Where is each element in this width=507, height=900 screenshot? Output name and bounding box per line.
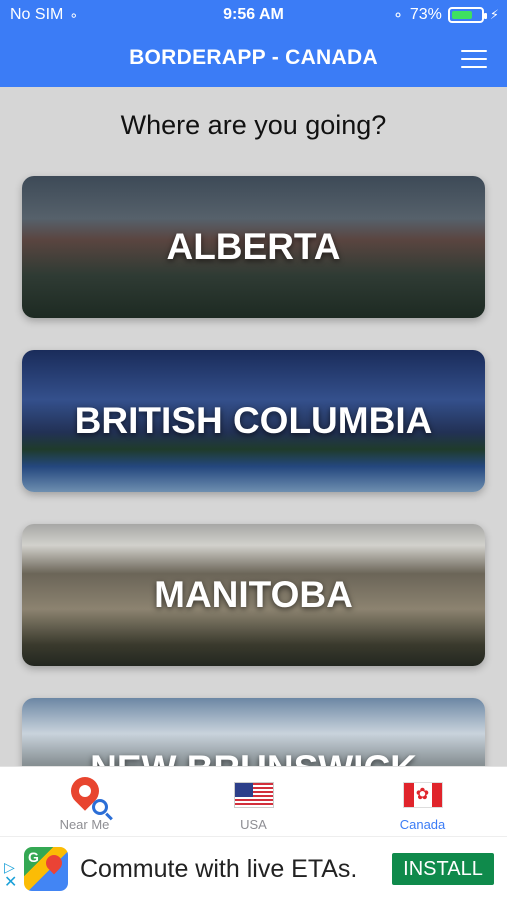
battery-icon (447, 7, 487, 23)
tab-label: Canada (399, 817, 446, 832)
page-title: BORDERAPP - CANADA (129, 46, 378, 69)
destination-heading: Where are you going? (120, 110, 387, 140)
adchoices-icon[interactable]: ▷ (4, 859, 20, 875)
province-label: ALBERTA (166, 226, 341, 267)
province-card-manitoba[interactable]: MANITOBA (22, 524, 485, 666)
province-label: MANITOBA (154, 574, 353, 615)
battery-fill (451, 11, 473, 19)
hamburger-icon[interactable] (461, 50, 487, 68)
rotation-lock-icon: ⚬ (392, 6, 404, 23)
map-pin-search-icon (64, 771, 108, 815)
tab-near-me[interactable]: Near Me (0, 767, 169, 836)
province-card-alberta[interactable]: ALBERTA (22, 176, 485, 318)
province-card-british-columbia[interactable]: BRITISH COLUMBIA (22, 350, 485, 492)
app-header: No SIM ∘ 9:56 AM ⚬ 73% ⚡ BORDERAPP - CAN… (0, 0, 507, 87)
ad-text: Commute with live ETAs. (80, 855, 358, 883)
tab-bar: Near Me USA ✿ Canada (0, 766, 507, 836)
battery-percent: 73% (409, 6, 442, 23)
canada-flag-icon: ✿ (402, 775, 444, 815)
install-button[interactable]: INSTALL (392, 853, 494, 885)
tab-label: Near Me (59, 817, 110, 832)
tab-label: USA (240, 817, 267, 832)
province-label: BRITISH COLUMBIA (74, 400, 433, 441)
us-flag-icon (233, 775, 275, 815)
tab-usa[interactable]: USA (169, 767, 338, 836)
status-bar: No SIM ∘ 9:56 AM ⚬ 73% ⚡ (0, 0, 507, 30)
ad-banner[interactable]: ▷ ✕ G Commute with live ETAs. INSTALL (0, 836, 507, 900)
charging-icon: ⚡ (489, 7, 499, 22)
google-maps-icon: G (24, 847, 68, 891)
tab-canada[interactable]: ✿ Canada (338, 767, 507, 836)
close-icon[interactable]: ✕ (4, 875, 20, 891)
